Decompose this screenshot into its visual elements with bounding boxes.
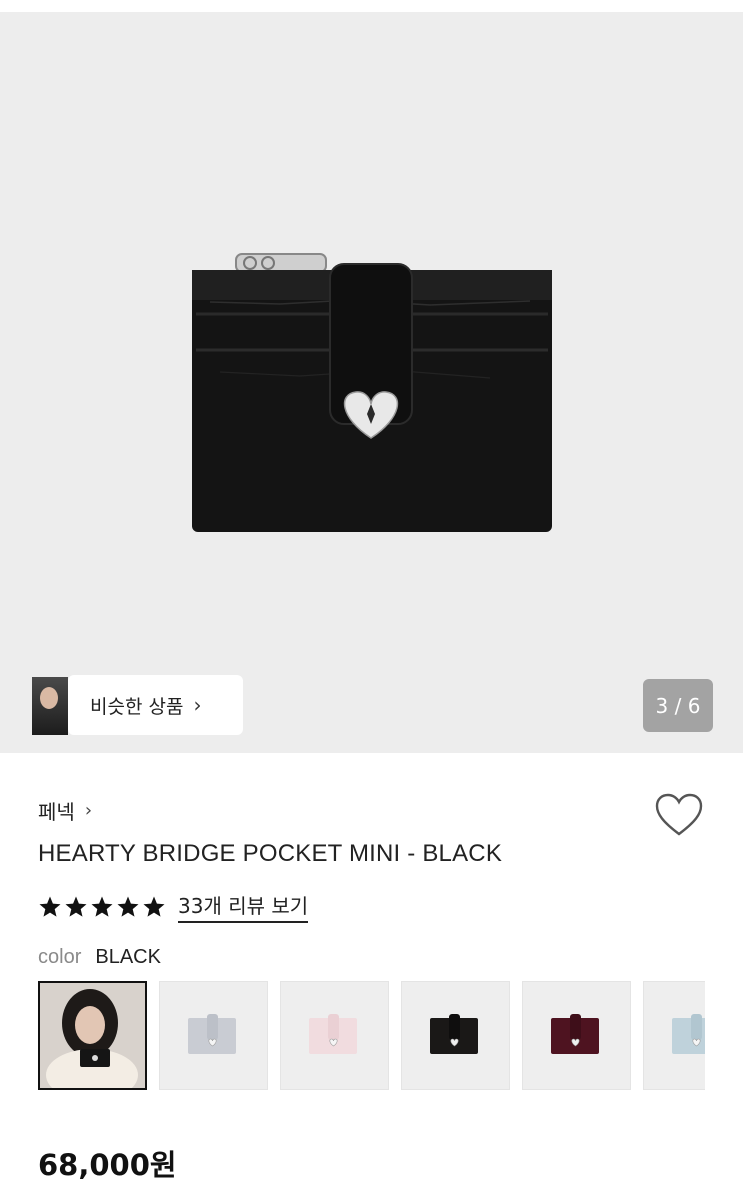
wallet-thumbnail — [672, 1014, 705, 1054]
swatch-burgundy[interactable] — [522, 981, 631, 1090]
star-icon — [65, 896, 87, 917]
image-counter: 3 / 6 — [643, 679, 713, 732]
chevron-right-icon: › — [84, 800, 93, 821]
chevron-right-icon: › — [193, 693, 202, 717]
swatch-black[interactable] — [401, 981, 510, 1090]
color-label: color — [38, 946, 82, 968]
wallet-thumbnail — [188, 1014, 236, 1054]
similar-products-button[interactable]: 비슷한 상품 › — [32, 675, 243, 735]
star-icon — [91, 896, 113, 917]
brand-name: 페넥 — [38, 800, 75, 824]
rating-row: 33개 리뷰 보기 — [38, 890, 309, 923]
star-icon — [117, 896, 139, 917]
color-swatch-list — [38, 981, 705, 1091]
swatch-light-blue[interactable] — [643, 981, 705, 1090]
wallet-thumbnail — [430, 1014, 478, 1054]
brand-link[interactable]: 페넥 › — [38, 796, 92, 825]
model-photo-thumbnail — [40, 983, 145, 1088]
product-image-gallery[interactable]: 비슷한 상품 › 3 / 6 — [0, 12, 743, 753]
heart-icon[interactable] — [653, 792, 705, 840]
star-icon — [39, 896, 61, 917]
swatch-model-photo[interactable] — [38, 981, 147, 1090]
star-rating — [38, 895, 166, 919]
wallet-thumbnail — [309, 1014, 357, 1054]
similar-products-label: 비슷한 상품 — [90, 695, 184, 718]
product-title: HEARTY BRIDGE POCKET MINI - BLACK — [38, 840, 503, 867]
similar-products-pill[interactable]: 비슷한 상품 › — [68, 675, 243, 735]
review-link[interactable]: 33개 리뷰 보기 — [178, 890, 309, 923]
selected-color-value: BLACK — [95, 946, 161, 968]
swatch-light-pink[interactable] — [280, 981, 389, 1090]
product-photo — [192, 253, 552, 532]
star-icon — [143, 896, 165, 917]
wallet-thumbnail — [551, 1014, 599, 1054]
swatch-light-gray[interactable] — [159, 981, 268, 1090]
product-price: 68,000원 — [38, 1148, 177, 1182]
similar-product-thumbnail — [32, 677, 68, 735]
color-selector-header: color BLACK — [38, 946, 161, 969]
